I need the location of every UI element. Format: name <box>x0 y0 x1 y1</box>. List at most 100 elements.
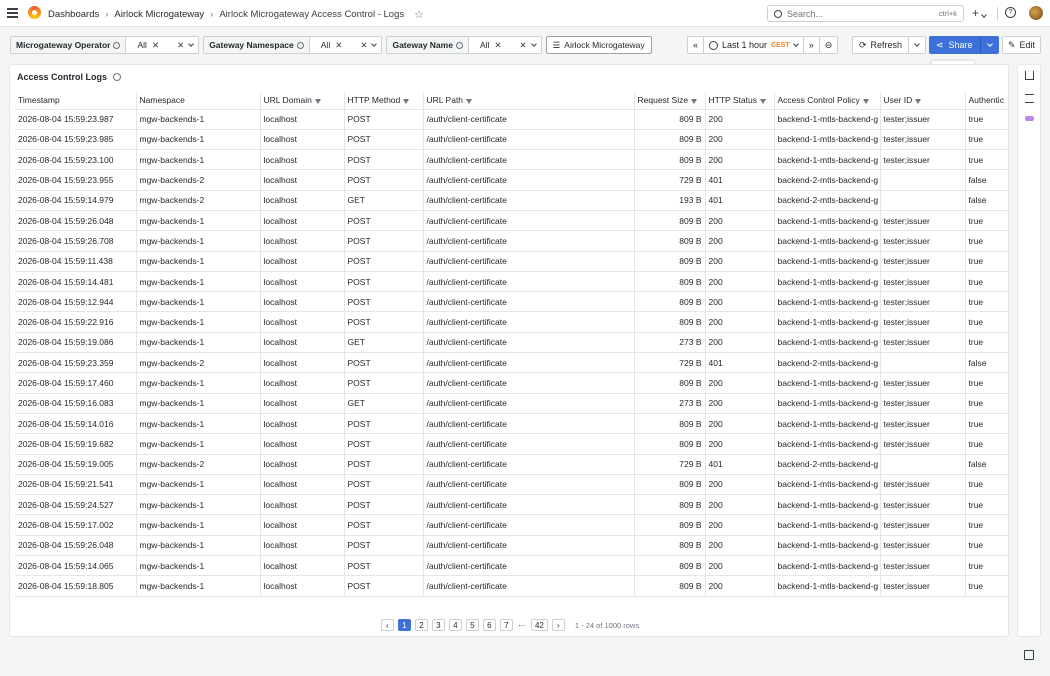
table-row[interactable]: 2026-08-04 15:59:14.979 mgw-backends-2 loc… <box>15 190 1008 211</box>
time-back-button[interactable]: « <box>688 37 705 53</box>
table-row[interactable]: 2026-08-04 15:59:16.083 mgw-backends-1 loc… <box>15 393 1008 414</box>
clear-icon[interactable]: ✕ <box>494 40 501 51</box>
table-row[interactable]: 2026-08-04 15:59:23.985 mgw-backends-1 loc… <box>15 129 1008 151</box>
zoom-out-button[interactable]: ⊖ <box>820 37 838 53</box>
page-button[interactable]: 6 <box>482 619 496 631</box>
outline-icon[interactable] <box>1025 94 1034 103</box>
filter-icon[interactable] <box>862 98 869 104</box>
table-row[interactable]: 2026-08-04 15:59:26.048 mgw-backends-1 loc… <box>15 535 1008 557</box>
clear-icon[interactable]: ✕ <box>520 40 527 51</box>
page-button[interactable]: 2 <box>414 619 428 631</box>
column-header[interactable]: Access Control Policy <box>774 92 881 110</box>
table-row[interactable]: 2026-08-04 15:59:17.002 mgw-backends-1 loc… <box>15 514 1008 536</box>
avatar[interactable] <box>1029 6 1043 20</box>
table-cell: localhost <box>260 251 345 272</box>
star-icon[interactable]: ☆ <box>414 8 424 21</box>
page-button[interactable]: 4 <box>448 619 462 631</box>
column-header[interactable]: URL Path <box>423 92 635 110</box>
search-input[interactable]: Search... ctrl+k <box>767 5 964 22</box>
dock-icon[interactable] <box>1024 650 1034 660</box>
table-row[interactable]: 2026-08-04 15:59:21.541 mgw-backends-1 loc… <box>15 474 1008 496</box>
chevron-down-icon[interactable] <box>371 41 378 47</box>
column-header[interactable]: HTTP Status <box>705 92 775 110</box>
table-row[interactable]: 2026-08-04 15:59:26.048 mgw-backends-1 loc… <box>15 210 1008 232</box>
column-header[interactable]: Request Size <box>634 92 706 110</box>
time-picker[interactable]: Last 1 hour CEST <box>704 37 804 53</box>
clear-icon[interactable]: ✕ <box>335 40 342 51</box>
page-button[interactable]: 7 <box>499 619 513 631</box>
clear-icon[interactable]: ✕ <box>360 40 367 51</box>
share-button[interactable]: ⋖ Share <box>929 36 981 54</box>
table-row[interactable]: 2026-08-04 15:59:23.100 mgw-backends-1 loc… <box>15 149 1008 171</box>
column-header[interactable]: URL Domain <box>260 92 345 110</box>
table-row[interactable]: 2026-08-04 15:59:23.987 mgw-backends-1 loc… <box>15 109 1008 130</box>
add-icon[interactable]: + <box>972 7 988 19</box>
table-cell: backend-1-mtls-backend-g <box>774 230 881 252</box>
page-button[interactable]: 1 <box>397 619 411 631</box>
variable-namespace[interactable]: Gateway Namespace All ✕ ✕ <box>203 36 383 54</box>
chevron-down-icon[interactable] <box>530 41 537 47</box>
table-cell: mgw-backends-1 <box>136 129 261 151</box>
breadcrumb-dashboards[interactable]: Dashboards <box>48 9 99 20</box>
filter-icon[interactable] <box>760 98 766 104</box>
chevron-down-icon[interactable] <box>188 41 195 47</box>
search-placeholder: Search... <box>787 8 824 19</box>
info-icon[interactable] <box>113 73 122 81</box>
filter-icon[interactable] <box>403 98 410 104</box>
table-cell: 401 <box>705 190 775 211</box>
page-button[interactable]: 42 <box>530 619 548 631</box>
refresh-interval-button[interactable] <box>909 37 925 53</box>
table-cell: tester;issuer <box>880 433 966 455</box>
filter-icon[interactable] <box>691 98 698 104</box>
table-row[interactable]: 2026-08-04 15:59:17.460 mgw-backends-1 loc… <box>15 372 1008 394</box>
time-forward-button[interactable]: » <box>804 37 820 53</box>
column-header[interactable]: Namespace <box>136 92 261 110</box>
table-row[interactable]: 2026-08-04 15:59:18.805 mgw-backends-1 loc… <box>15 575 1008 597</box>
table-row[interactable]: 2026-08-04 15:59:23.955 mgw-backends-2 loc… <box>15 169 1008 191</box>
table-cell <box>880 190 966 211</box>
table-row[interactable]: 2026-08-04 15:59:22.916 mgw-backends-1 loc… <box>15 311 1008 333</box>
table-row[interactable]: 2026-08-04 15:59:19.005 mgw-backends-2 loc… <box>15 454 1008 475</box>
clear-icon[interactable]: ✕ <box>177 40 184 51</box>
table-cell: localhost <box>260 474 345 496</box>
download-icon[interactable] <box>1025 71 1034 80</box>
variable-gateway-name[interactable]: Gateway Name All ✕ ✕ <box>386 36 542 54</box>
grafana-logo[interactable] <box>28 6 41 19</box>
highlight-icon[interactable] <box>1025 116 1034 121</box>
breadcrumb-folder[interactable]: Airlock Microgateway <box>114 9 204 20</box>
share-options-button[interactable] <box>981 36 999 54</box>
table-row[interactable]: 2026-08-04 15:59:19.682 mgw-backends-1 loc… <box>15 433 1008 455</box>
table-row[interactable]: 2026-08-04 15:59:26.708 mgw-backends-1 loc… <box>15 230 1008 252</box>
filter-icon[interactable] <box>915 98 922 104</box>
table-row[interactable]: 2026-08-04 15:59:23.359 mgw-backends-2 loc… <box>15 352 1008 374</box>
filter-icon[interactable] <box>314 98 321 104</box>
table-cell: 2026-08-04 15:59:22.916 <box>15 311 137 333</box>
page-button[interactable]: 5 <box>465 619 479 631</box>
table-row[interactable]: 2026-08-04 15:59:11.438 mgw-backends-1 loc… <box>15 251 1008 272</box>
table-row[interactable]: 2026-08-04 15:59:14.065 mgw-backends-1 loc… <box>15 555 1008 577</box>
help-icon[interactable]: ? <box>1005 7 1016 18</box>
variable-operator[interactable]: Microgateway Operator All ✕ ✕ <box>10 36 200 54</box>
refresh-button[interactable]: ⟳ Refresh <box>853 37 910 53</box>
table-row[interactable]: 2026-08-04 15:59:12.944 mgw-backends-1 loc… <box>15 291 1008 313</box>
next-page-button[interactable]: › <box>551 619 565 631</box>
column-header[interactable]: User ID <box>880 92 966 110</box>
table-row[interactable]: 2026-08-04 15:59:19.086 mgw-backends-1 loc… <box>15 332 1008 354</box>
table-row[interactable]: 2026-08-04 15:59:14.481 mgw-backends-1 loc… <box>15 271 1008 293</box>
table-cell: 200 <box>705 393 775 414</box>
table-row[interactable]: 2026-08-04 15:59:14.016 mgw-backends-1 loc… <box>15 413 1008 435</box>
column-header[interactable]: Authentic <box>965 92 1008 110</box>
column-header[interactable]: Timestamp <box>15 92 137 110</box>
menu-icon[interactable] <box>7 8 18 18</box>
filter-icon[interactable] <box>466 98 473 104</box>
clear-icon[interactable]: ✕ <box>152 40 159 51</box>
prev-page-button[interactable]: ‹ <box>380 619 394 631</box>
table-row[interactable]: 2026-08-04 15:59:24.527 mgw-backends-1 loc… <box>15 494 1008 516</box>
table-cell: mgw-backends-1 <box>136 555 261 577</box>
dashboard-link-button[interactable]: ☰ Airlock Microgateway <box>545 36 652 54</box>
page-button[interactable]: 3 <box>431 619 445 631</box>
column-header[interactable]: HTTP Method <box>344 92 424 110</box>
table-cell: /auth/client-certificate <box>423 413 635 435</box>
edit-button[interactable]: ✎ Edit <box>1002 36 1041 54</box>
table-cell: 2026-08-04 15:59:19.086 <box>15 332 137 354</box>
